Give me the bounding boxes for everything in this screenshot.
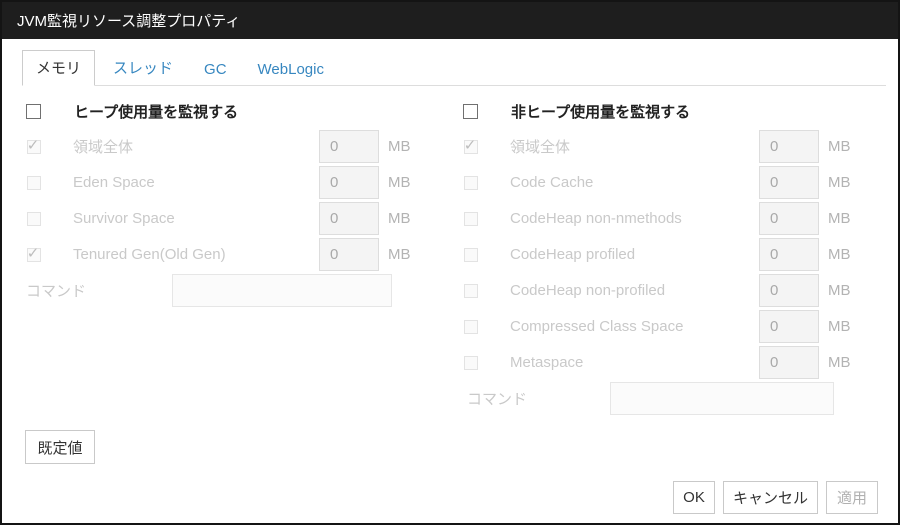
row-checkbox: ✓ (464, 320, 478, 334)
tab-weblogic[interactable]: WebLogic (245, 55, 337, 85)
checkmark-icon: ✓ (27, 246, 40, 261)
row-checkbox: ✓ (464, 356, 478, 370)
dialog-action-buttons: OK キャンセル 適用 (673, 481, 878, 514)
nonheap-command-input (610, 382, 834, 415)
row-value-input (759, 274, 819, 307)
row-value-input (759, 130, 819, 163)
row-label: Survivor Space (73, 210, 319, 227)
row-label: 領域全体 (510, 136, 759, 157)
nonheap-header-row: ✓ 非ヒープ使用量を監視する (463, 103, 888, 119)
row-label: CodeHeap profiled (510, 246, 759, 263)
checkmark-icon: ✓ (27, 138, 40, 153)
monitor-row: ✓ Compressed Class Space MB (463, 310, 888, 343)
monitor-row: ✓ Tenured Gen(Old Gen) MB (26, 238, 451, 271)
row-label: Compressed Class Space (510, 318, 759, 335)
row-value-input (319, 166, 379, 199)
row-label: Tenured Gen(Old Gen) (73, 246, 319, 263)
checkmark-icon: ✓ (464, 138, 477, 153)
monitor-row: ✓ Survivor Space MB (26, 202, 451, 235)
monitor-row: ✓ Code Cache MB (463, 166, 888, 199)
row-label: Eden Space (73, 174, 319, 191)
ok-button[interactable]: OK (673, 481, 715, 514)
heap-section: ✓ ヒープ使用量を監視する ✓ 領域全体 MB ✓ Eden Space MB (26, 103, 451, 307)
row-checkbox: ✓ (464, 248, 478, 262)
row-unit-label: MB (828, 282, 851, 299)
row-unit-label: MB (388, 210, 411, 227)
jvm-monitor-adjust-dialog: JVM監視リソース調整プロパティ メモリ スレッド GC WebLogic ✓ … (0, 0, 900, 525)
monitor-row: ✓ 領域全体 MB (26, 130, 451, 163)
command-label: コマンド (26, 280, 172, 301)
monitor-row: ✓ Eden Space MB (26, 166, 451, 199)
row-unit-label: MB (828, 318, 851, 335)
row-label: 領域全体 (73, 136, 319, 157)
monitor-row: ✓ 領域全体 MB (463, 130, 888, 163)
nonheap-monitor-checkbox[interactable]: ✓ (463, 104, 478, 119)
row-checkbox: ✓ (464, 140, 478, 154)
row-unit-label: MB (828, 246, 851, 263)
row-label: CodeHeap non-profiled (510, 282, 759, 299)
row-value-input (319, 238, 379, 271)
monitor-row: ✓ CodeHeap profiled MB (463, 238, 888, 271)
row-value-input (759, 346, 819, 379)
row-unit-label: MB (388, 138, 411, 155)
row-value-input (319, 130, 379, 163)
heap-header-row: ✓ ヒープ使用量を監視する (26, 103, 451, 119)
row-unit-label: MB (828, 138, 851, 155)
default-values-button[interactable]: 既定値 (25, 430, 95, 464)
dialog-title: JVM監視リソース調整プロパティ (17, 10, 240, 31)
row-checkbox: ✓ (27, 176, 41, 190)
row-checkbox: ✓ (27, 212, 41, 226)
row-unit-label: MB (388, 174, 411, 191)
row-unit-label: MB (828, 354, 851, 371)
tab-bar: メモリ スレッド GC WebLogic (22, 54, 886, 86)
heap-header-label: ヒープ使用量を監視する (74, 101, 238, 122)
row-checkbox: ✓ (27, 140, 41, 154)
cancel-button[interactable]: キャンセル (723, 481, 818, 514)
row-value-input (759, 166, 819, 199)
row-value-input (759, 310, 819, 343)
row-value-input (759, 202, 819, 235)
row-value-input (759, 238, 819, 271)
apply-button: 適用 (826, 481, 878, 514)
row-checkbox: ✓ (27, 248, 41, 262)
command-label: コマンド (463, 388, 610, 409)
nonheap-header-label: 非ヒープ使用量を監視する (511, 101, 690, 122)
row-label: CodeHeap non-nmethods (510, 210, 759, 227)
row-label: Metaspace (510, 354, 759, 371)
row-unit-label: MB (388, 246, 411, 263)
tab-gc[interactable]: GC (191, 55, 240, 85)
dialog-titlebar: JVM監視リソース調整プロパティ (2, 2, 898, 39)
row-unit-label: MB (828, 174, 851, 191)
row-checkbox: ✓ (464, 284, 478, 298)
tab-thread[interactable]: スレッド (100, 51, 186, 85)
heap-rows: ✓ 領域全体 MB ✓ Eden Space MB ✓ Survivor Spa… (26, 130, 451, 307)
row-checkbox: ✓ (464, 176, 478, 190)
row-checkbox: ✓ (464, 212, 478, 226)
monitor-row: ✓ Metaspace MB (463, 346, 888, 379)
row-label: Code Cache (510, 174, 759, 191)
monitor-row: ✓ CodeHeap non-profiled MB (463, 274, 888, 307)
tab-memory[interactable]: メモリ (22, 50, 95, 86)
heap-monitor-checkbox[interactable]: ✓ (26, 104, 41, 119)
nonheap-section: ✓ 非ヒープ使用量を監視する ✓ 領域全体 MB ✓ Code Cache MB (463, 103, 888, 415)
command-row: コマンド (26, 274, 451, 307)
monitor-row: ✓ CodeHeap non-nmethods MB (463, 202, 888, 235)
row-unit-label: MB (828, 210, 851, 227)
command-row: コマンド (463, 382, 888, 415)
row-value-input (319, 202, 379, 235)
nonheap-rows: ✓ 領域全体 MB ✓ Code Cache MB ✓ CodeHeap non… (463, 130, 888, 415)
heap-command-input (172, 274, 392, 307)
